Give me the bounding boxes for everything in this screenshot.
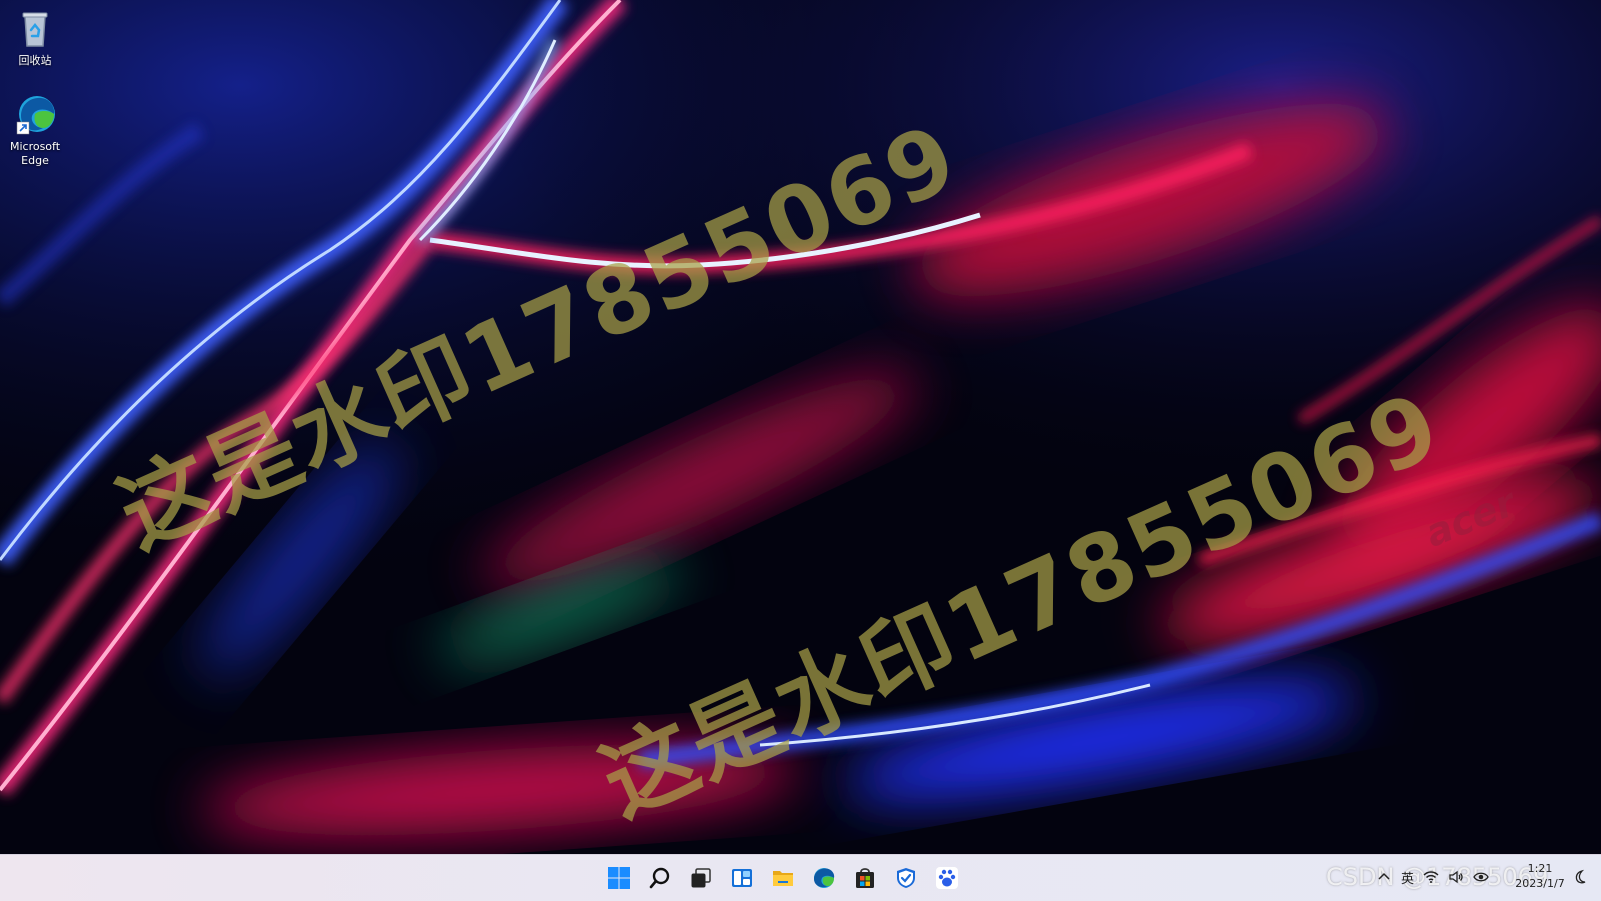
paw-icon <box>936 867 958 889</box>
ime-indicator[interactable]: 英 <box>1401 865 1414 889</box>
eye-care-button[interactable] <box>1473 865 1489 889</box>
chevron-up-icon <box>1378 872 1390 880</box>
network-button[interactable] <box>1423 865 1439 889</box>
moon-icon <box>1575 869 1586 884</box>
folder-icon <box>773 871 793 886</box>
clock-date: 2023/1/7 <box>1515 877 1565 890</box>
taskbar-pinned-apps <box>601 860 965 896</box>
edge-icon <box>814 868 835 888</box>
eye-icon <box>1473 872 1489 882</box>
recycle-bin-shortcut[interactable]: 回收站 <box>0 6 72 68</box>
store-button[interactable] <box>847 860 883 896</box>
file-explorer-button[interactable] <box>765 860 801 896</box>
edge-label: Microsoft Edge <box>9 140 61 167</box>
desktop[interactable]: 回收站 Microsoft Edge 这是水印17855069 这是水印1785… <box>0 0 1601 854</box>
edge-icon <box>16 96 55 135</box>
edge-taskbar-button[interactable] <box>806 860 842 896</box>
baidu-button[interactable] <box>929 860 965 896</box>
volume-icon <box>1449 870 1463 884</box>
store-icon <box>856 868 874 888</box>
clock[interactable]: 1:21 2023/1/7 <box>1508 861 1572 891</box>
shield-icon <box>897 868 915 888</box>
search-button[interactable] <box>642 860 678 896</box>
widgets-button[interactable] <box>724 860 760 896</box>
windows-start-icon <box>608 867 630 889</box>
system-tray: 英 <box>1376 865 1489 889</box>
taskbar: CSDN @17855069 英 1:21 2023/1/7 <box>0 854 1601 901</box>
widgets-icon <box>732 869 752 887</box>
show-hidden-icons-button[interactable] <box>1376 865 1392 889</box>
task-view-icon <box>691 868 711 888</box>
search-icon <box>649 867 670 889</box>
wifi-icon <box>1423 871 1439 883</box>
notification-center-button[interactable] <box>1572 869 1588 885</box>
start-button[interactable] <box>601 860 637 896</box>
recycle-bin-label: 回收站 <box>18 54 52 67</box>
recycle-bin-icon <box>22 12 48 47</box>
edge-shortcut[interactable]: Microsoft Edge <box>0 92 72 168</box>
security-button[interactable] <box>888 860 924 896</box>
task-view-button[interactable] <box>683 860 719 896</box>
volume-button[interactable] <box>1448 865 1464 889</box>
clock-time: 1:21 <box>1527 862 1553 875</box>
